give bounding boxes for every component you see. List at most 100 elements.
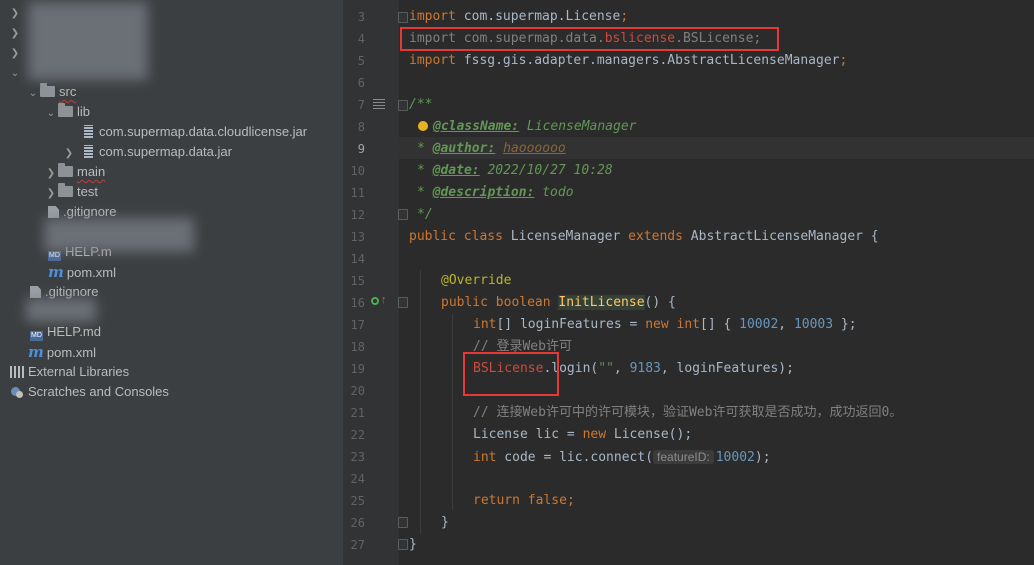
code-line-11[interactable]: * @description: todo — [417, 182, 574, 204]
fold-marker-icon[interactable] — [398, 297, 408, 308]
fold-marker-icon[interactable] — [398, 100, 408, 111]
lightbulb-icon[interactable] — [418, 121, 428, 131]
line-number: 4 — [357, 32, 365, 46]
line-number: 5 — [357, 54, 365, 68]
chevron-right-icon[interactable]: ❯ — [8, 44, 22, 64]
code-line-10[interactable]: * @date: 2022/10/27 10:28 — [417, 160, 613, 182]
redacted-blur — [28, 2, 148, 80]
line-number: 27 — [350, 538, 365, 552]
code-line-16[interactable]: public boolean InitLicense() { — [441, 292, 676, 314]
tree-item-cloudlicense-jar[interactable]: com.supermap.data.cloudlicense.jar — [84, 122, 307, 142]
indent-guide — [452, 314, 453, 510]
code-line-27[interactable]: } — [409, 534, 417, 556]
redacted-blur — [44, 218, 194, 252]
chevron-right-icon[interactable]: ❯ — [44, 164, 58, 184]
line-number: 14 — [350, 252, 365, 266]
fold-marker-icon[interactable] — [398, 12, 408, 23]
arrow-up-icon: ↑ — [381, 294, 387, 306]
chevron-right-icon[interactable]: ❯ — [44, 184, 58, 204]
jar-icon — [84, 125, 93, 138]
code-line-22[interactable]: License lic = new License(); — [473, 424, 692, 446]
markdown-file-icon: MD — [48, 251, 61, 261]
line-number: 12 — [350, 208, 365, 222]
tree-item-lib[interactable]: ⌄ lib — [44, 102, 90, 122]
folder-icon — [40, 83, 55, 97]
tree-item-root-pom-xml[interactable]: m pom.xml — [28, 342, 96, 362]
chevron-down-icon[interactable]: ⌄ — [26, 84, 40, 104]
maven-icon: m — [28, 343, 44, 361]
line-number: 10 — [350, 164, 365, 178]
override-method-icon[interactable] — [371, 297, 379, 305]
tree-row-obscured[interactable]: ❯ — [8, 42, 22, 62]
code-line-7[interactable]: /** — [409, 94, 432, 116]
line-number: 17 — [350, 318, 365, 332]
library-icon — [10, 366, 24, 378]
maven-icon: m — [48, 263, 64, 281]
code-line-25[interactable]: return false; — [473, 490, 575, 512]
git-file-icon — [30, 286, 41, 298]
line-number: 18 — [350, 340, 365, 354]
line-number: 13 — [350, 230, 365, 244]
highlight-box-import — [400, 27, 779, 51]
code-line-23[interactable]: int code = lic.connect(featureID: 10002); — [473, 446, 771, 468]
git-file-icon — [48, 206, 59, 218]
line-number: 6 — [357, 76, 365, 90]
line-number: 20 — [350, 384, 365, 398]
redacted-blur — [26, 298, 96, 322]
line-number: 23 — [350, 450, 365, 464]
tree-row-obscured[interactable]: ❯ — [8, 2, 22, 22]
fold-marker-icon[interactable] — [398, 517, 408, 528]
line-number: 7 — [357, 98, 365, 112]
chevron-down-icon[interactable]: ⌄ — [8, 64, 22, 84]
code-line-15[interactable]: @Override — [441, 270, 511, 292]
tree-item-scratches[interactable]: Scratches and Consoles — [10, 382, 169, 402]
line-number: 19 — [350, 362, 365, 376]
tree-item-test[interactable]: ❯ test — [44, 182, 98, 202]
line-number: 22 — [350, 428, 365, 442]
jar-icon — [84, 145, 93, 158]
code-line-12[interactable]: */ — [417, 204, 433, 226]
line-number: 3 — [357, 10, 365, 24]
line-number: 25 — [350, 494, 365, 508]
tree-item-data-jar[interactable]: ❯ com.supermap.data.jar — [62, 142, 232, 162]
line-number: 8 — [357, 120, 365, 134]
fold-marker-icon[interactable] — [398, 209, 408, 220]
line-number: 26 — [350, 516, 365, 530]
parameter-hint: featureID: — [653, 450, 714, 464]
folder-icon — [58, 103, 73, 117]
code-line-3[interactable]: import com.supermap.License; — [409, 6, 628, 28]
folder-icon — [58, 183, 73, 197]
tree-item-main[interactable]: ❯ main — [44, 162, 105, 182]
chevron-right-icon[interactable]: ❯ — [8, 4, 22, 24]
tree-row-obscured[interactable]: ⌄ — [8, 62, 22, 82]
line-number: 24 — [350, 472, 365, 486]
scratches-icon — [10, 385, 24, 398]
tree-item-external-libraries[interactable]: External Libraries — [10, 362, 129, 382]
highlight-box-bslicense — [463, 352, 559, 396]
code-line-21[interactable]: // 连接Web许可中的许可模块，验证Web许可获取是否成功，成功返回0。 — [473, 402, 902, 424]
line-number-current: 9 — [357, 142, 365, 156]
chevron-down-icon[interactable]: ⌄ — [44, 104, 58, 124]
project-tree-panel: ❯ ❯ ❯ ⌄ ⌄ src ⌄ lib com.supermap.data.clou… — [0, 0, 343, 565]
indent-guide — [420, 270, 421, 534]
code-line-9[interactable]: * @author: haoooooo — [417, 138, 566, 160]
code-line-26[interactable]: } — [441, 512, 449, 534]
chevron-right-icon[interactable]: ❯ — [8, 24, 22, 44]
line-number: 11 — [350, 186, 365, 200]
code-line-13[interactable]: public class LicenseManager extends Abst… — [409, 226, 879, 248]
markdown-file-icon: MD — [30, 331, 43, 341]
code-line-17[interactable]: int[] loginFeatures = new int[] { 10002,… — [473, 314, 857, 336]
tree-item-pom-xml[interactable]: m pom.xml — [48, 262, 116, 282]
tree-item-root-help-md[interactable]: MD HELP.md — [30, 322, 101, 342]
code-line-5[interactable]: import fssg.gis.adapter.managers.Abstrac… — [409, 50, 847, 72]
tree-item-src[interactable]: ⌄ src — [26, 82, 76, 102]
tree-row-obscured[interactable]: ❯ — [8, 22, 22, 42]
line-number: 15 — [350, 274, 365, 288]
code-line-8[interactable]: @className: LicenseManager — [433, 116, 637, 138]
line-number: 21 — [350, 406, 365, 420]
fold-marker-icon[interactable] — [398, 539, 408, 550]
chevron-right-icon[interactable]: ❯ — [62, 144, 76, 164]
folder-icon — [58, 163, 73, 177]
line-number: 16 — [350, 296, 365, 310]
doc-render-icon[interactable] — [373, 99, 385, 109]
